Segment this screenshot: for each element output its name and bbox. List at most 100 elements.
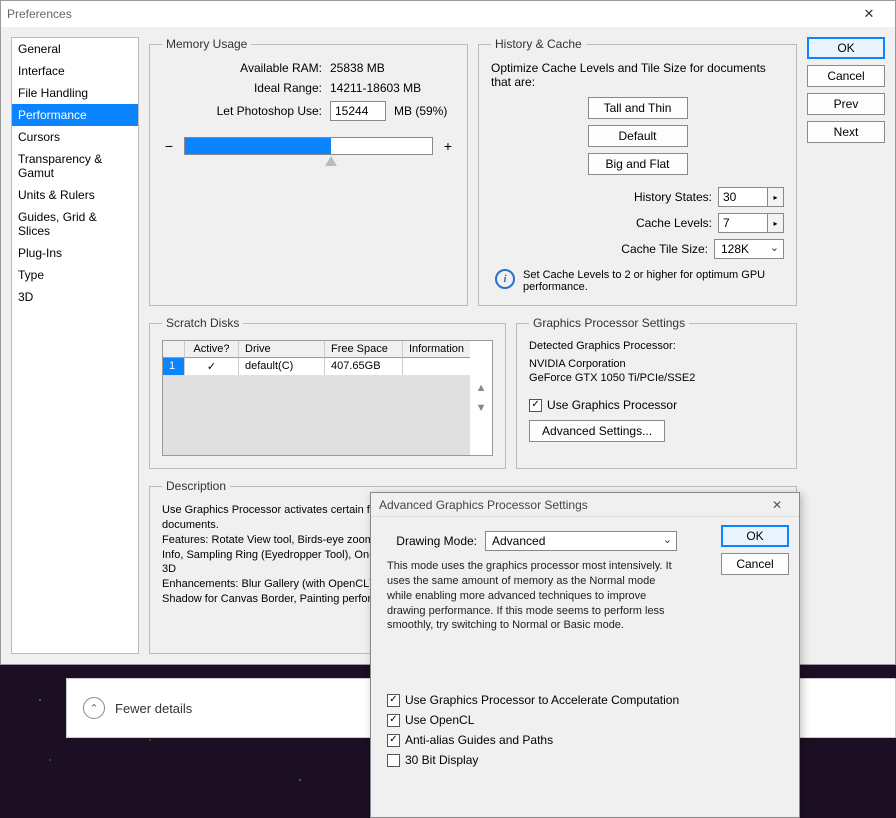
ok-button[interactable]: OK bbox=[807, 37, 885, 59]
history-states-stepper-icon[interactable]: ▸ bbox=[768, 187, 784, 207]
sidebar-item-plugins[interactable]: Plug-Ins bbox=[12, 242, 138, 264]
slider-fill bbox=[185, 138, 331, 154]
detected-gpu-label: Detected Graphics Processor: bbox=[529, 340, 784, 352]
history-states-label: History States: bbox=[612, 190, 712, 204]
col-active[interactable]: Active? bbox=[185, 341, 239, 358]
gpu-card: GeForce GTX 1050 Ti/PCIe/SSE2 bbox=[529, 372, 784, 384]
cache-levels-input[interactable] bbox=[718, 213, 768, 233]
col-drive[interactable]: Drive bbox=[239, 341, 325, 358]
accel-checkbox-row[interactable]: Use Graphics Processor to Accelerate Com… bbox=[387, 693, 783, 707]
tall-thin-button[interactable]: Tall and Thin bbox=[588, 97, 688, 119]
adv-title-text: Advanced Graphics Processor Settings bbox=[379, 498, 763, 512]
move-up-icon[interactable]: ▲ bbox=[476, 382, 487, 394]
move-down-icon[interactable]: ▼ bbox=[476, 402, 487, 414]
big-flat-button[interactable]: Big and Flat bbox=[588, 153, 688, 175]
advanced-settings-button[interactable]: Advanced Settings... bbox=[529, 420, 665, 442]
sidebar-item-units[interactable]: Units & Rulers bbox=[12, 184, 138, 206]
row-active-checkbox[interactable]: ✓ bbox=[185, 358, 239, 375]
sidebar-item-transparency[interactable]: Transparency & Gamut bbox=[12, 148, 138, 184]
adv-close-icon[interactable]: ✕ bbox=[763, 498, 791, 512]
sidebar-item-general[interactable]: General bbox=[12, 38, 138, 60]
sidebar-item-file-handling[interactable]: File Handling bbox=[12, 82, 138, 104]
cache-tile-label: Cache Tile Size: bbox=[608, 242, 708, 256]
bit30-checkbox[interactable] bbox=[387, 754, 400, 767]
row-free: 407.65GB bbox=[325, 358, 403, 375]
table-empty-area bbox=[163, 375, 470, 455]
photoshop-use-suffix: MB (59%) bbox=[394, 104, 447, 118]
col-info[interactable]: Information bbox=[403, 341, 470, 358]
scratch-disks-group: Scratch Disks Active? Drive Free Space I… bbox=[149, 316, 506, 469]
sidebar-item-type[interactable]: Type bbox=[12, 264, 138, 286]
use-gpu-checkbox-row[interactable]: Use Graphics Processor bbox=[529, 398, 784, 412]
memory-slider[interactable] bbox=[184, 137, 433, 155]
adv-title-bar[interactable]: Advanced Graphics Processor Settings ✕ bbox=[371, 493, 799, 517]
cache-tile-value: 128K bbox=[721, 242, 749, 256]
cache-levels-label: Cache Levels: bbox=[612, 216, 712, 230]
bit30-checkbox-row[interactable]: 30 Bit Display bbox=[387, 753, 783, 767]
slider-thumb-icon[interactable] bbox=[325, 156, 337, 166]
memory-legend: Memory Usage bbox=[162, 37, 251, 51]
next-button[interactable]: Next bbox=[807, 121, 885, 143]
cache-tile-select[interactable]: 128K bbox=[714, 239, 784, 259]
adv-description: This mode uses the graphics processor mo… bbox=[387, 559, 677, 633]
info-icon: i bbox=[495, 269, 515, 289]
bit30-label: 30 Bit Display bbox=[405, 753, 478, 767]
history-cache-group: History & Cache Optimize Cache Levels an… bbox=[478, 37, 797, 306]
use-gpu-label: Use Graphics Processor bbox=[547, 398, 677, 412]
table-row[interactable]: 1 ✓ default(C) 407.65GB bbox=[163, 358, 470, 375]
dialog-buttons: OK Cancel Prev Next bbox=[807, 37, 885, 654]
history-intro: Optimize Cache Levels and Tile Size for … bbox=[491, 61, 784, 89]
gpu-vendor: NVIDIA Corporation bbox=[529, 358, 784, 370]
row-drive: default(C) bbox=[239, 358, 325, 375]
cache-levels-stepper-icon[interactable]: ▸ bbox=[768, 213, 784, 233]
row-info bbox=[403, 358, 470, 375]
ideal-range-label: Ideal Range: bbox=[162, 81, 322, 95]
available-ram-label: Available RAM: bbox=[162, 61, 322, 75]
sidebar-item-3d[interactable]: 3D bbox=[12, 286, 138, 308]
chevron-up-icon[interactable]: ⌃ bbox=[83, 697, 105, 719]
prev-button[interactable]: Prev bbox=[807, 93, 885, 115]
title-bar[interactable]: Preferences ✕ bbox=[1, 1, 895, 27]
fewer-details-label: Fewer details bbox=[115, 701, 192, 716]
opencl-label: Use OpenCL bbox=[405, 713, 474, 727]
adv-ok-button[interactable]: OK bbox=[721, 525, 789, 547]
drawing-mode-select[interactable]: Advanced bbox=[485, 531, 677, 551]
history-legend: History & Cache bbox=[491, 37, 586, 51]
aa-checkbox[interactable] bbox=[387, 734, 400, 747]
slider-increment-icon[interactable]: + bbox=[441, 138, 455, 154]
sidebar-item-guides[interactable]: Guides, Grid & Slices bbox=[12, 206, 138, 242]
accel-checkbox[interactable] bbox=[387, 694, 400, 707]
accel-label: Use Graphics Processor to Accelerate Com… bbox=[405, 693, 679, 707]
use-gpu-checkbox[interactable] bbox=[529, 399, 542, 412]
col-free[interactable]: Free Space bbox=[325, 341, 403, 358]
description-legend: Description bbox=[162, 479, 230, 493]
table-header: Active? Drive Free Space Information bbox=[163, 341, 470, 358]
history-states-input[interactable] bbox=[718, 187, 768, 207]
cache-info-text: Set Cache Levels to 2 or higher for opti… bbox=[523, 269, 784, 293]
slider-decrement-icon[interactable]: − bbox=[162, 138, 176, 154]
drawing-mode-value: Advanced bbox=[492, 534, 545, 548]
sidebar-item-interface[interactable]: Interface bbox=[12, 60, 138, 82]
aa-checkbox-row[interactable]: Anti-alias Guides and Paths bbox=[387, 733, 783, 747]
default-button[interactable]: Default bbox=[588, 125, 688, 147]
row-index: 1 bbox=[163, 358, 185, 375]
available-ram-value: 25838 MB bbox=[330, 61, 385, 75]
sidebar-item-cursors[interactable]: Cursors bbox=[12, 126, 138, 148]
photoshop-use-label: Let Photoshop Use: bbox=[162, 104, 322, 118]
close-icon[interactable]: ✕ bbox=[849, 6, 889, 22]
sidebar-item-performance[interactable]: Performance bbox=[12, 104, 138, 126]
gpu-legend: Graphics Processor Settings bbox=[529, 316, 689, 330]
cancel-button[interactable]: Cancel bbox=[807, 65, 885, 87]
scratch-legend: Scratch Disks bbox=[162, 316, 243, 330]
category-sidebar: General Interface File Handling Performa… bbox=[11, 37, 139, 654]
scratch-table: Active? Drive Free Space Information 1 ✓… bbox=[162, 340, 493, 456]
window-title: Preferences bbox=[7, 7, 849, 21]
photoshop-use-input[interactable] bbox=[330, 101, 386, 121]
drawing-mode-label: Drawing Mode: bbox=[387, 534, 477, 548]
adv-cancel-button[interactable]: Cancel bbox=[721, 553, 789, 575]
advanced-gpu-dialog: Advanced Graphics Processor Settings ✕ O… bbox=[370, 492, 800, 818]
opencl-checkbox-row[interactable]: Use OpenCL bbox=[387, 713, 783, 727]
ideal-range-value: 14211-18603 MB bbox=[330, 81, 421, 95]
memory-usage-group: Memory Usage Available RAM: 25838 MB Ide… bbox=[149, 37, 468, 306]
opencl-checkbox[interactable] bbox=[387, 714, 400, 727]
